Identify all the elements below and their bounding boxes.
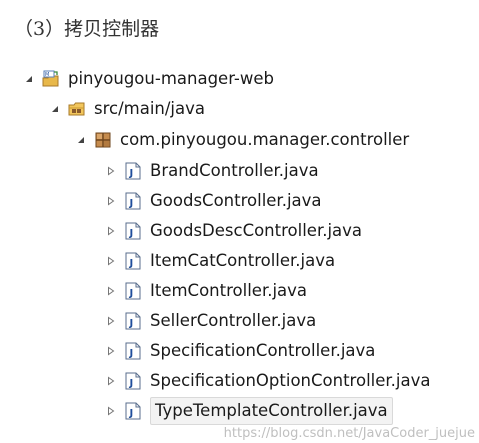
java-file-icon: J bbox=[124, 372, 142, 390]
java-file-label: ItemController.java bbox=[150, 281, 308, 300]
tree-item-java-file[interactable]: J GoodsDescController.java bbox=[104, 218, 362, 244]
tree-item-java-file[interactable]: J ItemController.java bbox=[104, 278, 307, 304]
collapsed-arrow-icon[interactable] bbox=[104, 346, 118, 356]
expanded-arrow-icon[interactable] bbox=[48, 104, 62, 114]
svg-text:J: J bbox=[129, 408, 134, 419]
tree-item-java-file[interactable]: J SpecificationController.java bbox=[104, 338, 375, 364]
expanded-arrow-icon[interactable] bbox=[22, 74, 36, 84]
collapsed-arrow-icon[interactable] bbox=[104, 406, 118, 416]
java-file-icon: J bbox=[124, 222, 142, 240]
web-project-icon: M bbox=[42, 70, 60, 88]
source-folder-icon bbox=[68, 100, 86, 118]
svg-text:J: J bbox=[129, 288, 134, 299]
collapsed-arrow-icon[interactable] bbox=[104, 256, 118, 266]
java-file-label: BrandController.java bbox=[150, 161, 319, 180]
svg-text:J: J bbox=[129, 348, 134, 359]
svg-text:J: J bbox=[129, 258, 134, 269]
tree-item-package[interactable]: com.pinyougou.manager.controller bbox=[74, 127, 409, 153]
collapsed-arrow-icon[interactable] bbox=[104, 196, 118, 206]
tree-item-java-file[interactable]: J GoodsController.java bbox=[104, 188, 322, 214]
java-file-label: SellerController.java bbox=[150, 311, 317, 330]
tree-item-java-file[interactable]: J BrandController.java bbox=[104, 158, 319, 184]
java-file-icon: J bbox=[124, 342, 142, 360]
collapsed-arrow-icon[interactable] bbox=[104, 166, 118, 176]
java-file-icon: J bbox=[124, 312, 142, 330]
java-file-icon: J bbox=[124, 162, 142, 180]
svg-text:M: M bbox=[45, 72, 49, 78]
java-file-label: GoodsController.java bbox=[150, 191, 322, 210]
collapsed-arrow-icon[interactable] bbox=[104, 316, 118, 326]
project-label: pinyougou-manager-web bbox=[68, 69, 274, 88]
svg-text:J: J bbox=[129, 228, 134, 239]
svg-text:J: J bbox=[129, 198, 134, 209]
tree-item-project[interactable]: M pinyougou-manager-web bbox=[22, 66, 274, 92]
watermark-text: https://blog.csdn.net/JavaCoder_juejue bbox=[223, 426, 475, 441]
java-file-icon: J bbox=[124, 192, 142, 210]
package-icon bbox=[94, 131, 112, 149]
java-file-icon: J bbox=[124, 252, 142, 270]
package-label: com.pinyougou.manager.controller bbox=[120, 130, 410, 149]
java-file-icon: J bbox=[124, 282, 142, 300]
source-folder-label: src/main/java bbox=[94, 99, 206, 118]
tree-item-java-file[interactable]: J SpecificationOptionController.java bbox=[104, 368, 479, 394]
java-file-icon: J bbox=[124, 402, 142, 420]
java-file-label: GoodsDescController.java bbox=[150, 221, 363, 240]
tree-item-java-file-selected[interactable]: J TypeTemplateController.java bbox=[104, 397, 393, 425]
java-file-label: TypeTemplateController.java bbox=[150, 397, 393, 425]
collapsed-arrow-icon[interactable] bbox=[104, 226, 118, 236]
svg-text:J: J bbox=[129, 168, 134, 179]
java-file-label: SpecificationOptionController.java bbox=[150, 371, 431, 390]
tree-item-java-file[interactable]: J SellerController.java bbox=[104, 308, 316, 334]
svg-text:J: J bbox=[129, 318, 134, 329]
section-heading: （3）拷贝控制器 bbox=[14, 18, 160, 40]
java-file-label: SpecificationController.java bbox=[150, 341, 376, 360]
svg-text:J: J bbox=[129, 378, 134, 389]
tree-item-source-folder[interactable]: src/main/java bbox=[48, 96, 205, 122]
collapsed-arrow-icon[interactable] bbox=[104, 376, 118, 386]
collapsed-arrow-icon[interactable] bbox=[104, 286, 118, 296]
expanded-arrow-icon[interactable] bbox=[74, 135, 88, 145]
tree-item-java-file[interactable]: J ItemCatController.java bbox=[104, 248, 335, 274]
java-file-label: ItemCatController.java bbox=[150, 251, 336, 270]
